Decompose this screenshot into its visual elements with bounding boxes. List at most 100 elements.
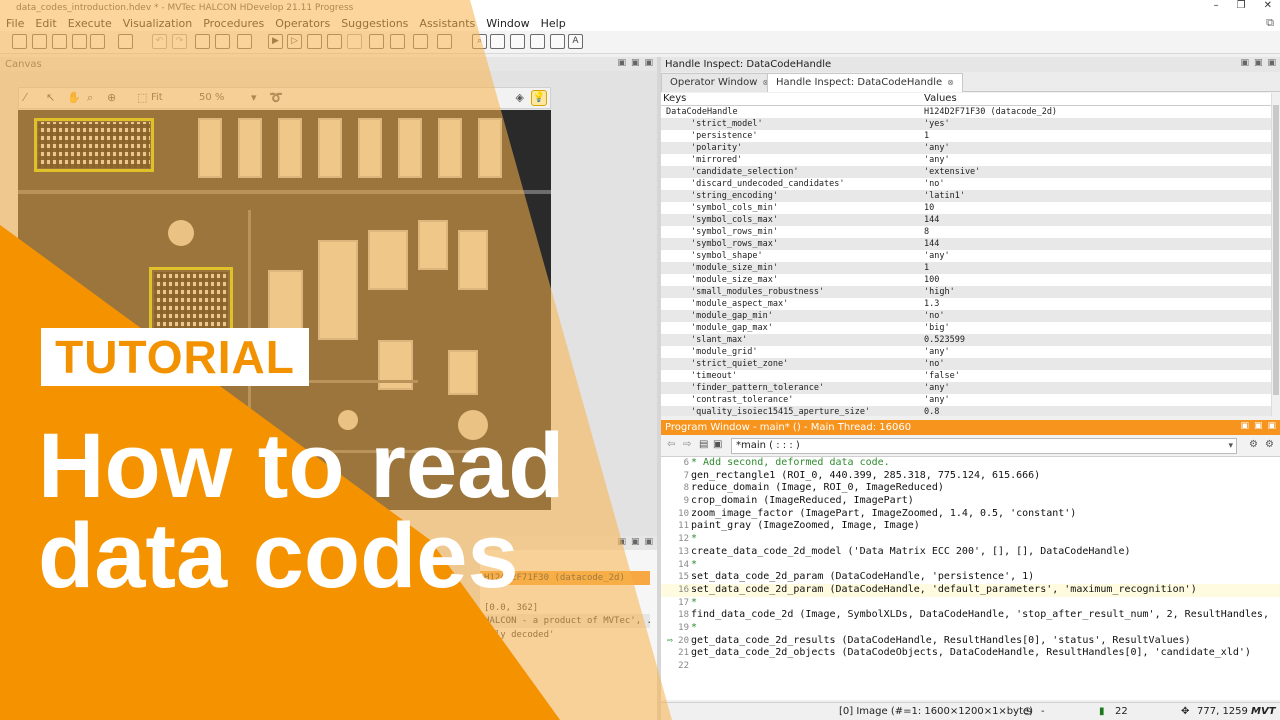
handle-param-row[interactable]: 'symbol_shape' 'any' [661, 250, 1271, 262]
handle-param-row[interactable]: 'module_aspect_max' 1.3 [661, 298, 1271, 310]
handle-param-row[interactable]: 'small_modules_robustness' 'high' [661, 286, 1271, 298]
menu-help[interactable]: Help [541, 17, 566, 30]
handle-param-row[interactable]: 'module_gap_min' 'no' [661, 310, 1271, 322]
new-file-icon[interactable] [12, 34, 27, 49]
maximize-panel-icon[interactable]: ▣ [1254, 421, 1263, 431]
hint-bulb-icon[interactable]: 💡 [531, 90, 547, 106]
handle-param-row[interactable]: 'quality_isoiec15415_aperture_size' 0.8 [661, 406, 1271, 416]
close-panel-icon[interactable]: ▣ [644, 537, 653, 547]
code-line[interactable]: 14 * [661, 559, 1280, 572]
forward-icon[interactable]: ⇨ [683, 439, 691, 450]
handle-param-row[interactable]: 'module_grid' 'any' [661, 346, 1271, 358]
handle-param-row[interactable]: 'finder_pattern_tolerance' 'any' [661, 382, 1271, 394]
column-keys[interactable]: Keys [663, 93, 686, 104]
settings-icon[interactable]: ⚙ [1265, 439, 1274, 450]
variable-row[interactable]: ully decoded' [480, 628, 650, 642]
handle-param-row[interactable]: 'persistence' 1 [661, 130, 1271, 142]
maximize-button[interactable]: ❐ [1237, 0, 1246, 11]
reset-icon[interactable] [369, 34, 384, 49]
handle-param-row[interactable]: 'discard_undecoded_candidates' 'no' [661, 178, 1271, 190]
handle-param-row[interactable]: 'symbol_rows_max' 144 [661, 238, 1271, 250]
maximize-panel-icon[interactable]: ▣ [631, 537, 640, 547]
handle-param-row[interactable]: 'strict_quiet_zone' 'no' [661, 358, 1271, 370]
handle-param-row[interactable]: 'module_size_max' 100 [661, 274, 1271, 286]
run-icon[interactable]: ▶ [268, 34, 283, 49]
procedure-icon[interactable]: ▣ [713, 439, 722, 450]
column-values[interactable]: Values [924, 93, 957, 104]
layers-icon[interactable]: ◈ [516, 91, 524, 104]
code-line[interactable]: 6 * Add second, deformed data code. [661, 457, 1280, 470]
handle-param-row[interactable]: 'candidate_selection' 'extensive' [661, 166, 1271, 178]
code-line[interactable]: 17 * [661, 597, 1280, 610]
handle-param-row[interactable]: 'module_size_min' 1 [661, 262, 1271, 274]
code-line[interactable]: 11 paint_gray (ImageZoomed, Image, Image) [661, 520, 1280, 533]
fit-icon[interactable]: ⬚ [137, 91, 147, 104]
open-example-icon[interactable] [52, 34, 67, 49]
close-panel-icon[interactable]: ▣ [644, 58, 653, 68]
menu-execute[interactable]: Execute [68, 17, 112, 30]
code-line[interactable]: 16 set_data_code_2d_param (DataCodeHandle… [661, 583, 1280, 597]
code-line[interactable]: 7 gen_rectangle1 (ROI_0, 440.399, 285.318… [661, 470, 1280, 483]
brush-icon[interactable]: ⁄ [24, 91, 26, 104]
handle-inspect-scrollbar[interactable] [1271, 93, 1280, 416]
back-icon[interactable]: ⇦ [667, 439, 675, 450]
float-icon[interactable]: ▣ [617, 537, 626, 547]
code-line[interactable]: 21 get_data_code_2d_objects (DataCodeObje… [661, 647, 1280, 660]
code-line[interactable]: 15 set_data_code_2d_param (DataCodeHandle… [661, 571, 1280, 584]
menu-file[interactable]: File [6, 17, 24, 30]
handle-param-row[interactable]: 'module_gap_max' 'big' [661, 322, 1271, 334]
close-button[interactable]: ✕ [1264, 0, 1272, 11]
menu-visualization[interactable]: Visualization [123, 17, 192, 30]
find-icon[interactable] [237, 34, 252, 49]
zoom-tool-icon[interactable]: ⌕ [87, 91, 93, 105]
menu-procedures[interactable]: Procedures [203, 17, 264, 30]
handle-param-row[interactable]: 'strict_model' 'yes' [661, 118, 1271, 130]
profiler-icon[interactable] [437, 34, 452, 49]
tab-operator-window[interactable]: Operator Window ⊗ [661, 73, 779, 92]
menu-edit[interactable]: Edit [35, 17, 56, 30]
histogram-icon[interactable] [490, 34, 505, 49]
record-icon[interactable] [118, 34, 133, 49]
undo-icon[interactable]: ↶ [152, 34, 167, 49]
code-line[interactable]: 22 [661, 660, 1280, 673]
handle-param-row[interactable]: 'symbol_cols_max' 144 [661, 214, 1271, 226]
code-line[interactable]: 10 zoom_image_factor (ImagePart, ImageZoo… [661, 508, 1280, 521]
handle-param-row[interactable]: 'timeout' 'false' [661, 370, 1271, 382]
save-icon[interactable] [72, 34, 87, 49]
redo-icon[interactable]: ↷ [172, 34, 187, 49]
handle-root-row[interactable]: DataCodeHandle H124D2F71F30 (datacode_2d) [661, 106, 1271, 118]
pan-icon[interactable]: ✋ [67, 91, 81, 104]
minimize-button[interactable]: – [1214, 0, 1219, 11]
float-icon[interactable]: ▣ [1240, 58, 1249, 68]
procedure-select[interactable]: *main ( : : : ) ▾ [731, 438, 1237, 454]
handle-param-row[interactable]: 'contrast_tolerance' 'any' [661, 394, 1271, 406]
lasso-icon[interactable]: ➰ [269, 91, 283, 104]
code-line[interactable]: 8 reduce_domain (Image, ROI_0, ImageReduc… [661, 482, 1280, 495]
print-icon[interactable]: ▤ [699, 439, 708, 450]
menu-suggestions[interactable]: Suggestions [341, 17, 408, 30]
edit-procedure-icon[interactable]: ⚙ [1249, 439, 1258, 450]
close-tab-icon[interactable]: ⊗ [947, 78, 954, 87]
code-line[interactable]: ⇨ 20 get_data_code_2d_results (DataCodeHan… [661, 635, 1280, 648]
step-back-icon[interactable] [327, 34, 342, 49]
close-panel-icon[interactable]: ▣ [1267, 421, 1276, 431]
save-all-icon[interactable] [90, 34, 105, 49]
export-icon[interactable] [413, 34, 428, 49]
handle-param-row[interactable]: 'polarity' 'any' [661, 142, 1271, 154]
maximize-panel-icon[interactable]: ▣ [1254, 58, 1263, 68]
program-icon[interactable] [390, 34, 405, 49]
cut-icon[interactable] [195, 34, 210, 49]
code-line[interactable]: 13 create_data_code_2d_model ('Data Matri… [661, 546, 1280, 559]
maximize-panel-icon[interactable]: ▣ [631, 58, 640, 68]
scrollbar-thumb[interactable] [1273, 105, 1279, 395]
code-line[interactable]: 9 crop_domain (ImageReduced, ImagePart) [661, 495, 1280, 508]
program-code-area[interactable]: 6 * Add second, deformed data code. 7 gen_r… [661, 457, 1280, 700]
handle-param-row[interactable]: 'mirrored' 'any' [661, 154, 1271, 166]
code-line[interactable]: 12 * [661, 533, 1280, 546]
handle-param-row[interactable]: 'symbol_rows_min' 8 [661, 226, 1271, 238]
select-icon[interactable]: ↖ [46, 91, 55, 104]
zoom-in-icon[interactable]: ⊕ [107, 91, 116, 104]
copy-icon[interactable] [215, 34, 230, 49]
run-to-insert-icon[interactable]: ▷ [287, 34, 302, 49]
handle-param-row[interactable]: 'symbol_cols_min' 10 [661, 202, 1271, 214]
